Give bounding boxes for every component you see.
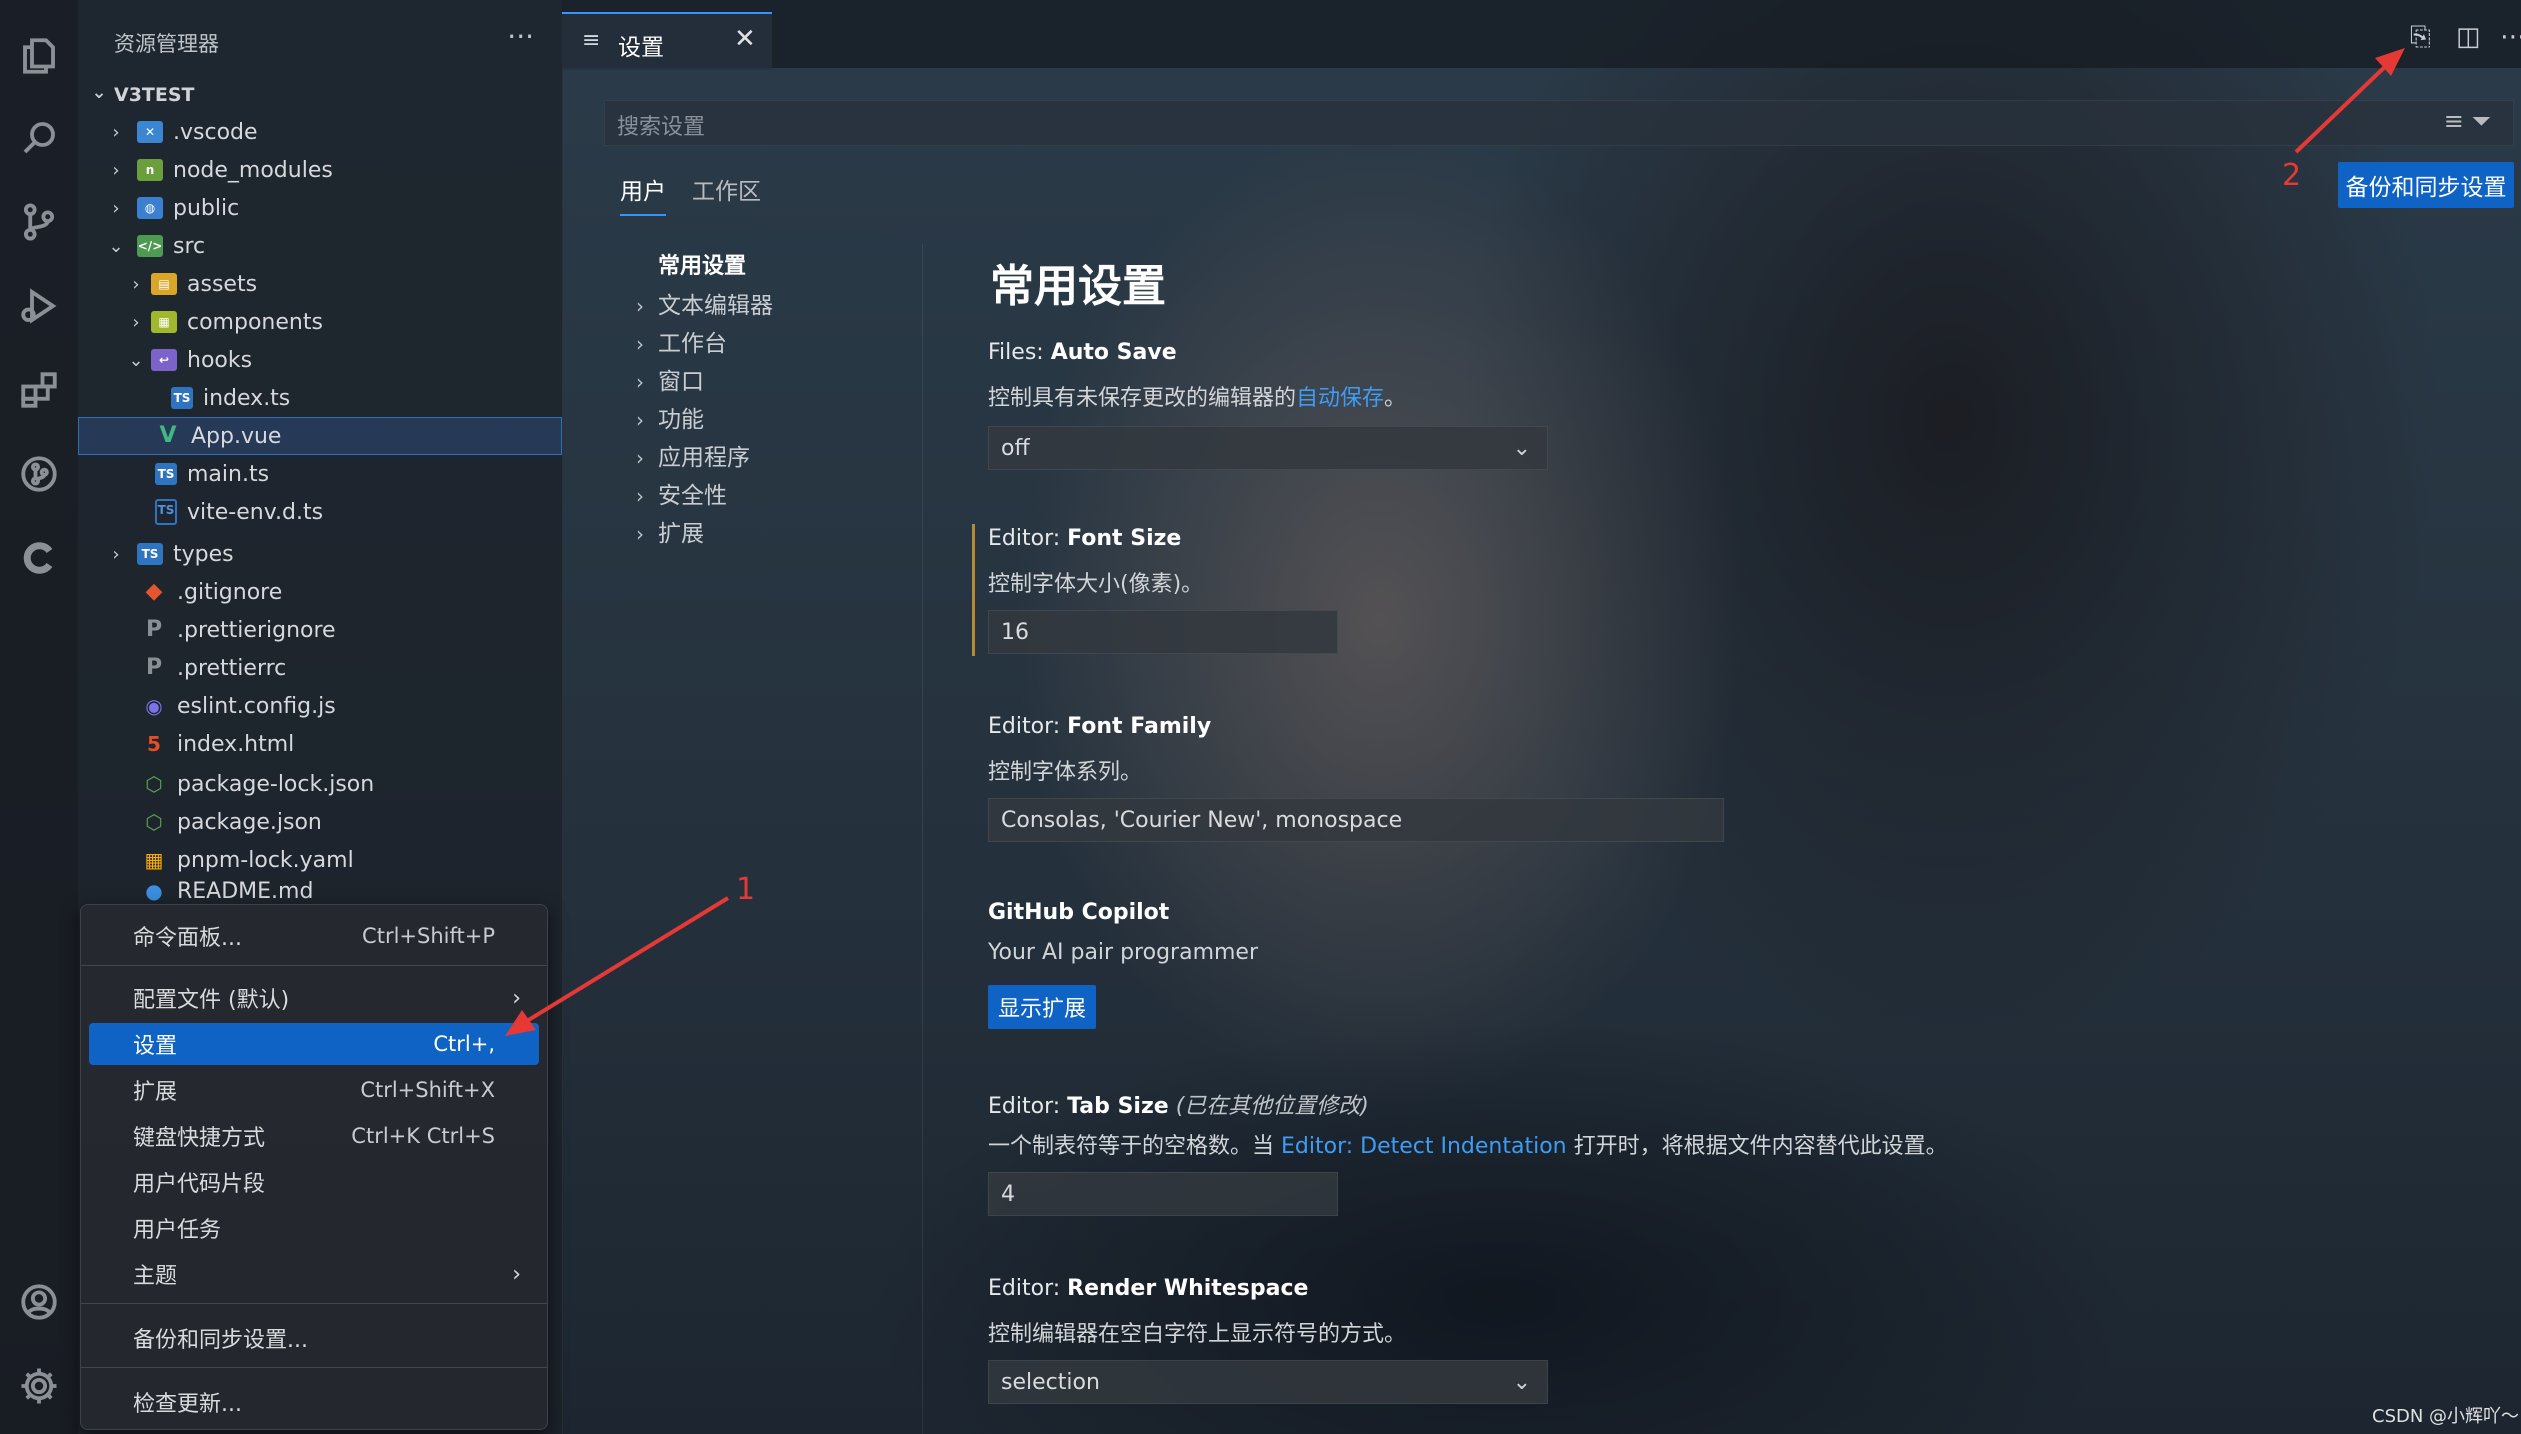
annotation-arrows (505, 48, 2405, 1036)
arrow-to-open-json (2294, 58, 2394, 154)
annotation-number-2: 2 (2282, 158, 2302, 193)
arrow-head-1 (505, 1010, 536, 1036)
arrow-to-settings (520, 896, 730, 1026)
annotation-number-1: 1 (736, 872, 756, 907)
watermark: CSDN @小辉吖～ (2372, 1406, 2520, 1427)
